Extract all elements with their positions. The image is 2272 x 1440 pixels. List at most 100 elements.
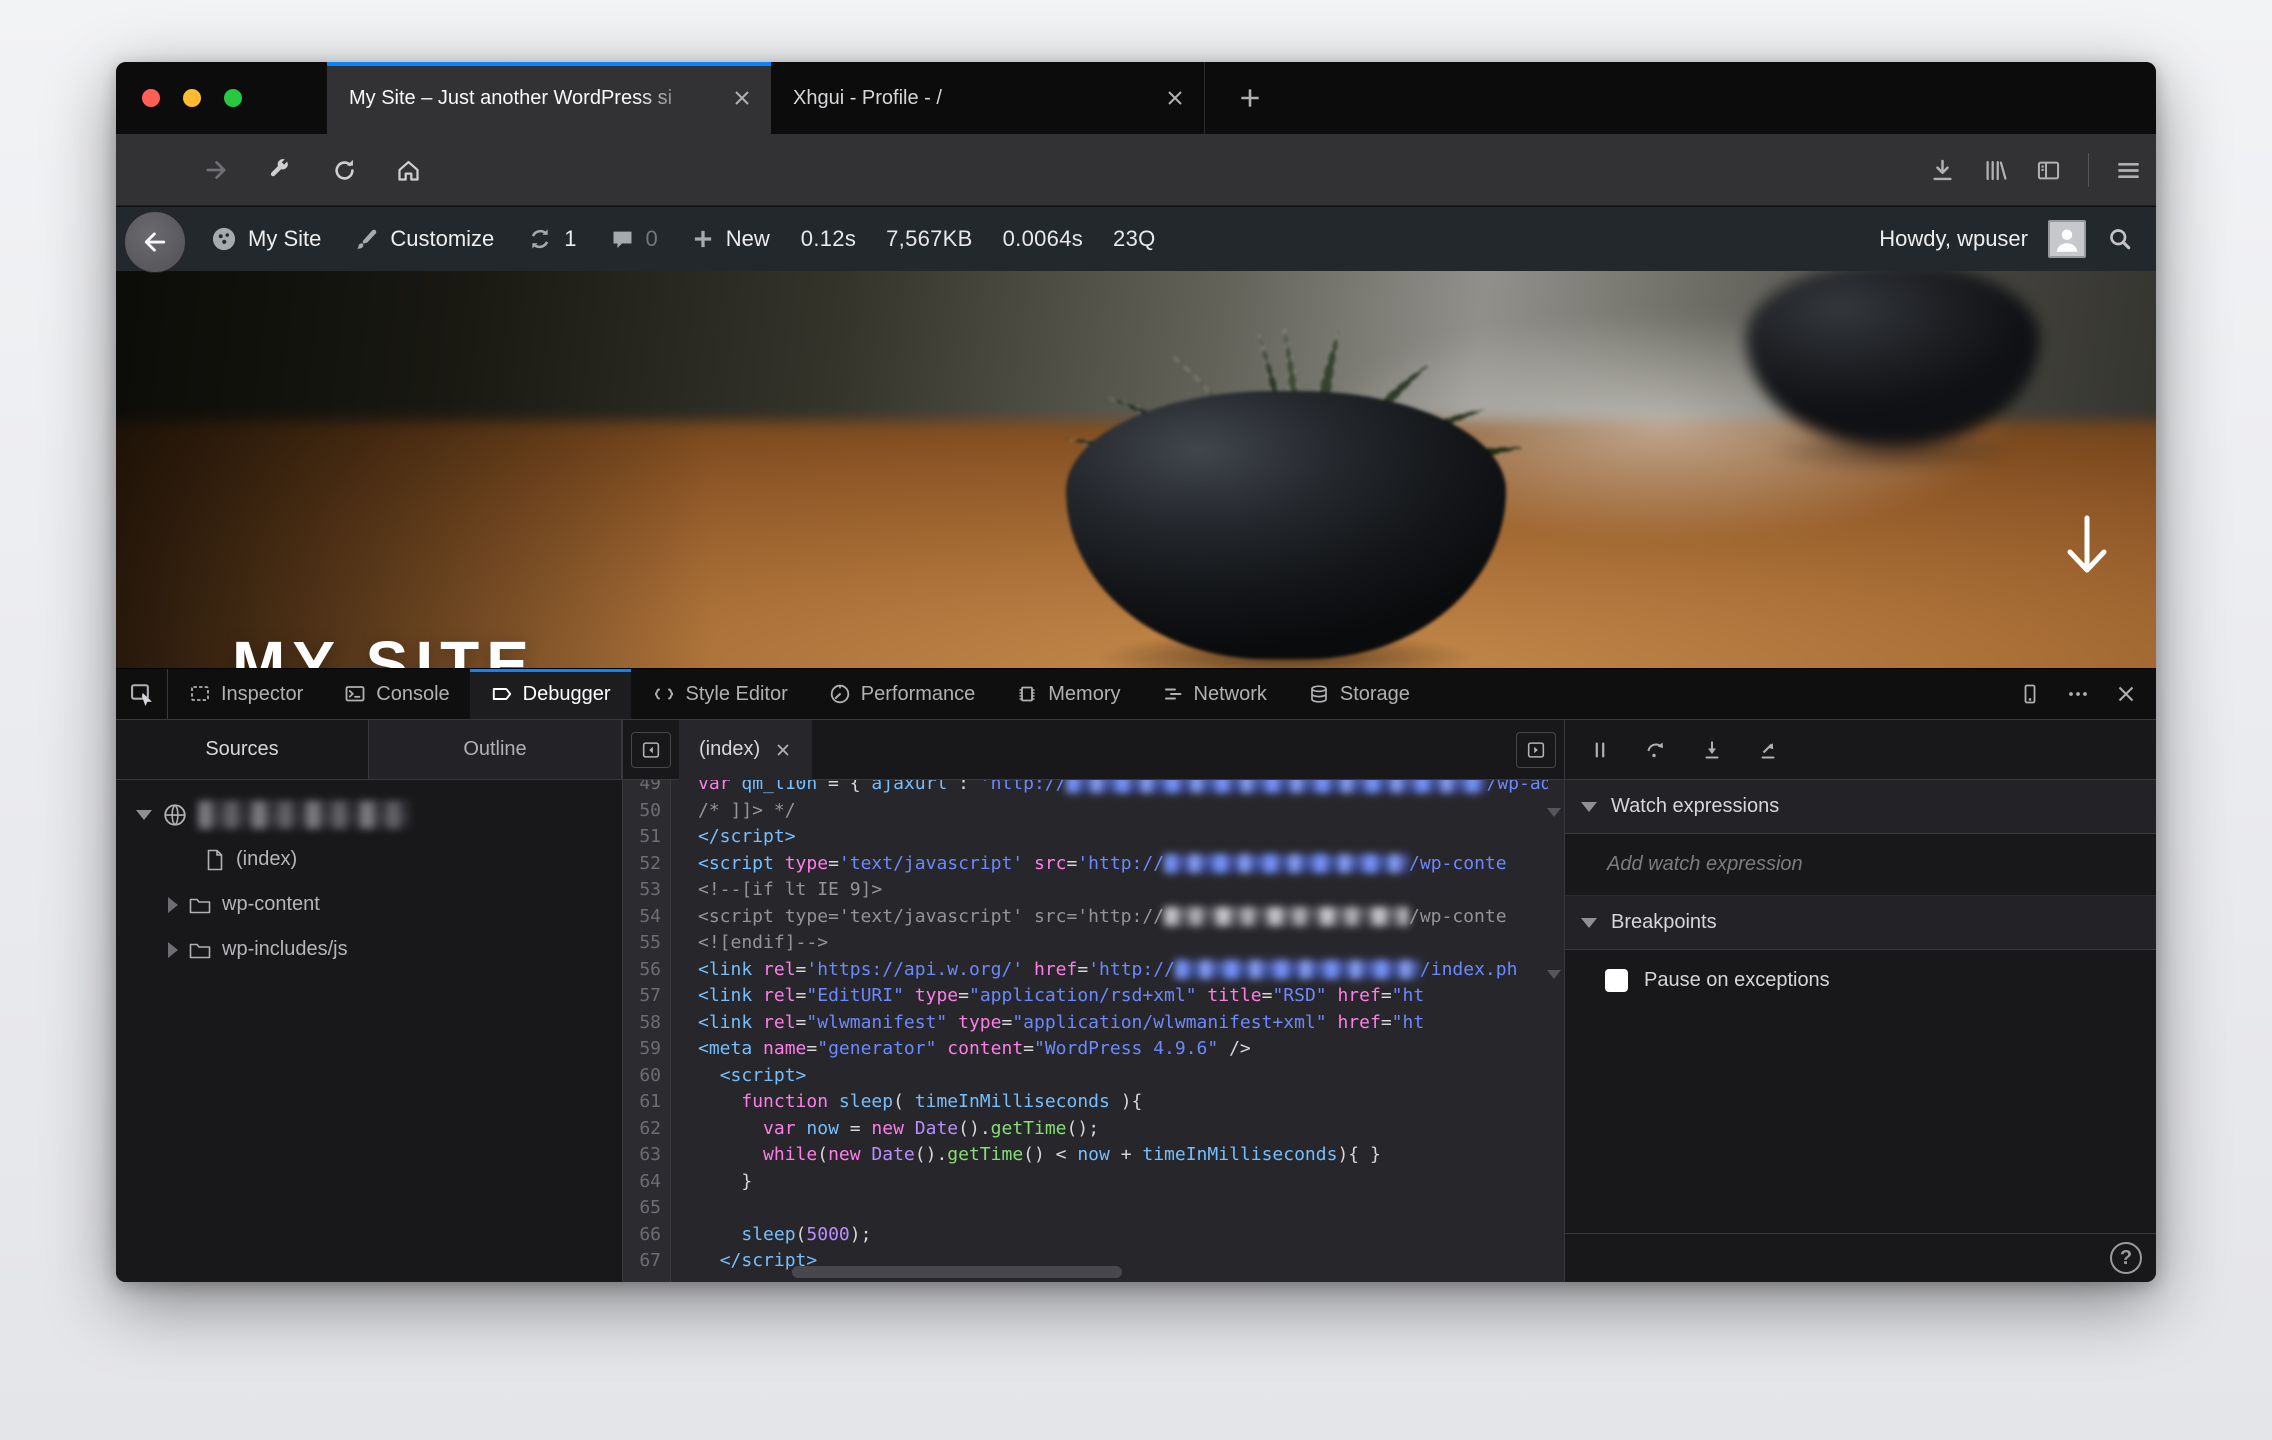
devtools-tab-label: Performance: [860, 682, 976, 705]
watch-expressions-header[interactable]: Watch expressions: [1565, 780, 2156, 834]
tab-my-site[interactable]: My Site – Just another WordPress si: [327, 62, 771, 134]
minimize-window-button[interactable]: [183, 89, 201, 107]
reload-button[interactable]: [324, 151, 364, 189]
close-window-button[interactable]: [142, 89, 160, 107]
library-icon[interactable]: [1982, 157, 2009, 184]
wp-new-label: New: [725, 226, 770, 251]
editor-expand-right-button[interactable]: [1516, 731, 1556, 768]
close-tab-icon[interactable]: [727, 83, 757, 113]
step-in-button[interactable]: [1691, 730, 1733, 770]
code-editor-panel: (index) 49 50 51 52 53 54 55 56 57 58 59 60 61 62 63 64…: [623, 719, 1565, 1282]
source-folder-label: wp-includes/js: [222, 938, 348, 960]
chevron-open-icon[interactable]: [136, 809, 152, 820]
wp-updates-count: 1: [564, 226, 577, 251]
navigation-toolbar: [116, 134, 2156, 273]
devtools-tab-debugger[interactable]: Debugger: [469, 669, 631, 719]
devtools-tab-network[interactable]: Network: [1141, 669, 1287, 719]
inspector-icon: [191, 686, 209, 701]
qm-page-time[interactable]: 0.12s: [786, 226, 871, 252]
source-tree-wp-includes-row[interactable]: wp-includes/js: [116, 927, 622, 972]
wp-howdy[interactable]: Howdy, wpuser: [1879, 226, 2028, 252]
scroll-marker-icon[interactable]: [1547, 808, 1561, 817]
pause-on-exceptions-row[interactable]: Pause on exceptions: [1565, 950, 2156, 1010]
sources-tab[interactable]: Sources: [116, 720, 369, 779]
step-out-button[interactable]: [1747, 730, 1789, 770]
file-icon: [207, 849, 223, 870]
tab-title: Xhgui - Profile - /: [793, 87, 942, 109]
wp-new-menu[interactable]: New: [674, 207, 786, 271]
element-picker-icon: [130, 684, 152, 707]
panel-left-arrow-icon: [642, 741, 660, 758]
pick-element-button[interactable]: [116, 669, 168, 719]
tab-xhgui[interactable]: Xhgui - Profile - /: [771, 62, 1205, 134]
avatar[interactable]: [2048, 220, 2086, 258]
editor-collapse-left-button[interactable]: [631, 731, 671, 768]
back-button[interactable]: [124, 211, 186, 273]
editor-tab-index[interactable]: (index): [679, 719, 813, 780]
home-icon: [397, 160, 419, 181]
source-tree-domain-row[interactable]: [116, 792, 622, 837]
wp-updates-menu[interactable]: 1: [510, 207, 592, 271]
chevron-closed-icon[interactable]: [168, 896, 178, 913]
source-file-label: (index): [236, 848, 298, 870]
traffic-lights: [142, 89, 242, 107]
wrench-icon: [270, 159, 288, 177]
tab-bar: My Site – Just another WordPress si Xhgu…: [116, 62, 2156, 134]
devtools-tab-storage[interactable]: Storage: [1287, 669, 1430, 719]
close-icon: [2118, 686, 2134, 702]
wp-comments-menu[interactable]: 0: [593, 207, 674, 271]
pause-icon: [1595, 741, 1605, 758]
user-silhouette-icon: [2056, 229, 2078, 252]
code-view[interactable]: var qm_l10n = { ajaxurl : 'http:///wp-ad…: [672, 780, 1548, 1282]
menu-hamburger-icon[interactable]: [2115, 157, 2142, 184]
wp-customize-menu[interactable]: Customize: [337, 207, 510, 271]
close-tab-icon[interactable]: [774, 741, 792, 759]
sidebar-toggle-icon[interactable]: [2035, 157, 2062, 184]
panel-right-arrow-icon: [1527, 741, 1545, 758]
site-hero: MY SITE Just another WordPress site: [116, 271, 2156, 668]
outline-tab[interactable]: Outline: [369, 720, 622, 779]
watch-expressions-label: Watch expressions: [1611, 795, 1780, 817]
downloads-icon[interactable]: [1929, 157, 1956, 184]
search-icon[interactable]: [2106, 225, 2134, 253]
devtools-close-button[interactable]: [2106, 675, 2146, 713]
step-out-icon: [1761, 742, 1775, 758]
step-over-button[interactable]: [1635, 730, 1677, 770]
devtools-meatball-menu[interactable]: [2058, 675, 2098, 713]
horizontal-scrollbar[interactable]: [672, 1266, 1548, 1278]
breakpoints-header[interactable]: Breakpoints: [1565, 896, 2156, 950]
chevron-closed-icon[interactable]: [168, 941, 178, 958]
devtools-tab-performance[interactable]: Performance: [808, 669, 996, 719]
devtools-tab-memory[interactable]: Memory: [995, 669, 1140, 719]
wp-my-site-menu[interactable]: My Site: [194, 207, 337, 271]
qm-query-count[interactable]: 23Q: [1098, 226, 1170, 252]
tab-title-fade: [637, 66, 719, 134]
forward-button[interactable]: [196, 151, 236, 189]
source-tree: (index) wp-content wp-includes/js: [116, 780, 622, 972]
new-tab-button[interactable]: [1228, 78, 1272, 118]
home-button[interactable]: [388, 151, 428, 189]
qm-memory[interactable]: 7,567KB: [871, 226, 988, 252]
add-watch-expression-input[interactable]: Add watch expression: [1565, 834, 2156, 896]
pause-on-exceptions-checkbox[interactable]: [1605, 968, 1628, 992]
qm-query-time[interactable]: 0.0064s: [988, 226, 1098, 252]
scroll-marker-icon[interactable]: [1547, 970, 1561, 979]
zoom-window-button[interactable]: [224, 89, 242, 107]
devtools-panel: Inspector Console Debugger Style Editor …: [116, 668, 2156, 1282]
source-tree-wp-content-row[interactable]: wp-content: [116, 882, 622, 927]
globe-icon: [164, 803, 186, 826]
source-tree-index-row[interactable]: (index): [116, 837, 622, 882]
storage-database-icon: [1311, 685, 1327, 703]
help-icon[interactable]: ?: [2110, 1242, 2142, 1274]
close-tab-icon[interactable]: [1160, 83, 1190, 113]
responsive-design-mode-button[interactable]: [2010, 675, 2050, 713]
devtools-tab-style-editor[interactable]: Style Editor: [631, 669, 808, 719]
scrollbar-thumb[interactable]: [792, 1266, 1122, 1278]
devtools-tab-inspector[interactable]: Inspector: [168, 669, 323, 719]
developer-tools-button[interactable]: [259, 151, 299, 189]
pause-button[interactable]: [1579, 730, 1621, 770]
scroll-down-arrow[interactable]: [2064, 514, 2110, 580]
devtools-tab-console[interactable]: Console: [323, 669, 469, 719]
debugger-icon: [492, 688, 511, 700]
site-title: MY SITE: [232, 628, 536, 668]
